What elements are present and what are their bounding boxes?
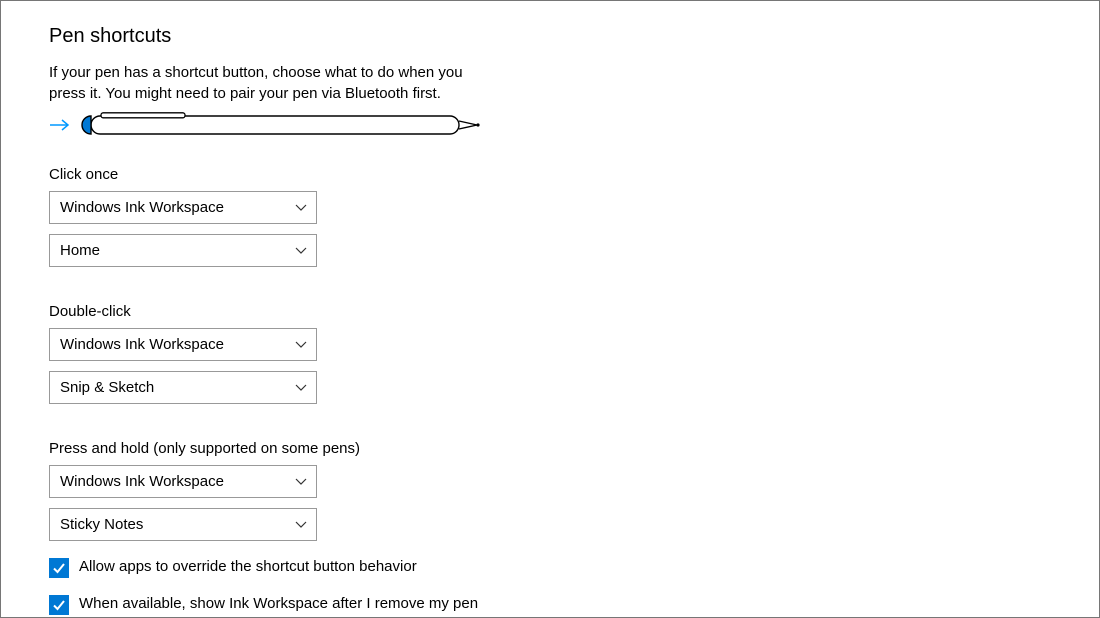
press-hold-label: Press and hold (only supported on some p… xyxy=(49,440,1099,457)
allow-override-checkbox[interactable] xyxy=(49,558,69,578)
pen-illustration-row xyxy=(49,112,1099,142)
dropdown-value: Windows Ink Workspace xyxy=(60,199,224,216)
dropdown-value: Home xyxy=(60,242,100,259)
arrow-right-icon xyxy=(49,118,71,136)
press-hold-target-dropdown[interactable]: Sticky Notes xyxy=(49,508,317,541)
allow-override-label: Allow apps to override the shortcut butt… xyxy=(79,557,417,577)
show-workspace-row: When available, show Ink Workspace after… xyxy=(49,594,509,618)
chevron-down-icon xyxy=(295,384,307,392)
double-click-label: Double-click xyxy=(49,303,1099,320)
double-click-target-dropdown[interactable]: Snip & Sketch xyxy=(49,371,317,404)
pen-icon xyxy=(77,112,485,142)
show-workspace-label: When available, show Ink Workspace after… xyxy=(79,594,509,618)
dropdown-value: Snip & Sketch xyxy=(60,379,154,396)
checkmark-icon xyxy=(52,561,66,575)
chevron-down-icon xyxy=(295,204,307,212)
page-title: Pen shortcuts xyxy=(49,25,1099,48)
intro-text: If your pen has a shortcut button, choos… xyxy=(49,62,469,104)
show-workspace-checkbox[interactable] xyxy=(49,595,69,615)
click-once-target-dropdown[interactable]: Home xyxy=(49,234,317,267)
checkmark-icon xyxy=(52,598,66,612)
click-once-label: Click once xyxy=(49,166,1099,183)
dropdown-value: Sticky Notes xyxy=(60,516,143,533)
dropdown-value: Windows Ink Workspace xyxy=(60,473,224,490)
chevron-down-icon xyxy=(295,341,307,349)
double-click-action-dropdown[interactable]: Windows Ink Workspace xyxy=(49,328,317,361)
press-hold-action-dropdown[interactable]: Windows Ink Workspace xyxy=(49,465,317,498)
allow-override-row: Allow apps to override the shortcut butt… xyxy=(49,557,509,578)
chevron-down-icon xyxy=(295,521,307,529)
chevron-down-icon xyxy=(295,247,307,255)
chevron-down-icon xyxy=(295,478,307,486)
click-once-action-dropdown[interactable]: Windows Ink Workspace xyxy=(49,191,317,224)
settings-pane: Pen shortcuts If your pen has a shortcut… xyxy=(0,0,1100,618)
dropdown-value: Windows Ink Workspace xyxy=(60,336,224,353)
